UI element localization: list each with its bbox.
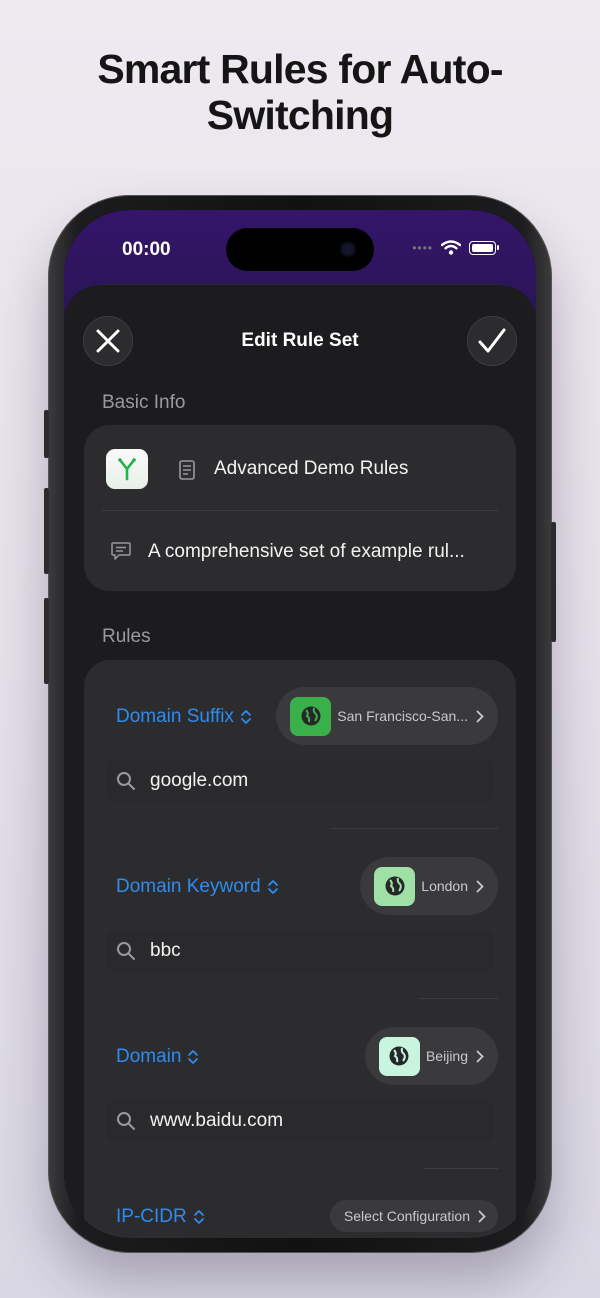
up-down-chevron-icon <box>188 1050 199 1064</box>
up-down-chevron-icon <box>193 1210 204 1224</box>
config-icon <box>290 696 332 736</box>
divider <box>332 828 498 829</box>
rules-heading: Rules <box>102 626 151 647</box>
front-camera <box>342 243 354 255</box>
globe-icon <box>385 876 405 896</box>
rule-type-selector[interactable]: IP-CIDR <box>116 1206 205 1228</box>
rule-set-description-field[interactable]: A comprehensive set of example rul... <box>148 541 465 563</box>
status-icons: •••• <box>412 240 499 255</box>
battery-icon <box>469 240 499 255</box>
rule-value: www.baidu.com <box>150 1110 284 1131</box>
select-configuration-label: Select Configuration <box>343 1208 470 1224</box>
rule-value: google.com <box>150 770 249 791</box>
rule-type-label: Domain Keyword <box>116 876 261 897</box>
page-title: Edit Rule Set <box>241 330 359 351</box>
config-name: San Francisco-San... <box>337 708 468 724</box>
divider <box>424 1168 498 1169</box>
select-configuration-button[interactable]: Select Configuration <box>329 1200 498 1232</box>
divider <box>102 510 498 511</box>
rule-set-icon-button[interactable] <box>106 449 148 489</box>
branch-icon <box>118 458 136 481</box>
comment-icon <box>111 542 131 560</box>
configuration-selector[interactable]: San Francisco-San... <box>276 687 498 745</box>
basic-info-heading: Basic Info <box>102 392 186 413</box>
edit-rule-set-sheet: Edit Rule Set Basic Info Advanced Demo R… <box>64 285 536 1238</box>
checkmark-icon <box>478 328 506 353</box>
phone-screen: 00:00 •••• Edit Rule Set Basic Info Adva… <box>64 210 536 1238</box>
action-button <box>44 410 49 458</box>
rule-value-field[interactable]: google.com <box>106 760 494 802</box>
rule-type-selector[interactable]: Domain Keyword <box>116 876 279 898</box>
volume-up-button <box>44 488 49 574</box>
status-time: 00:00 <box>122 239 171 260</box>
confirm-button[interactable] <box>467 316 517 366</box>
search-icon <box>117 942 135 960</box>
config-icon <box>378 1036 420 1076</box>
configuration-selector[interactable]: Beijing <box>364 1027 498 1085</box>
cellular-dots-icon: •••• <box>412 240 433 255</box>
wifi-icon <box>441 240 461 255</box>
rule-type-selector[interactable]: Domain Suffix <box>116 706 252 728</box>
up-down-chevron-icon <box>241 710 251 724</box>
rule-type-label: Domain Suffix <box>116 706 234 727</box>
headline-line-2: Switching <box>206 92 394 138</box>
rule-type-label: Domain <box>116 1046 182 1067</box>
chevron-right-icon <box>478 1210 486 1222</box>
chevron-right-icon <box>476 880 484 892</box>
rules-card: Domain Suffix San Francisco-San... googl… <box>84 660 516 1238</box>
config-icon <box>374 866 416 906</box>
headline-line-1: Smart Rules for Auto- <box>97 46 503 92</box>
search-icon <box>117 772 135 790</box>
globe-icon <box>389 1046 409 1066</box>
up-down-chevron-icon <box>267 880 278 894</box>
book-icon <box>179 460 195 480</box>
globe-icon <box>301 706 321 726</box>
rule-value-field[interactable]: www.baidu.com <box>106 1100 494 1142</box>
basic-info-card: Advanced Demo Rules A comprehensive set … <box>84 425 516 591</box>
divider <box>419 998 498 999</box>
config-name: Beijing <box>425 1048 468 1064</box>
chevron-right-icon <box>476 1050 484 1062</box>
volume-down-button <box>44 598 49 684</box>
search-icon <box>117 1112 135 1130</box>
rule-set-name-field[interactable]: Advanced Demo Rules <box>214 458 408 480</box>
rule-value-field[interactable]: bbc <box>106 930 494 972</box>
dynamic-island <box>226 228 374 271</box>
rule-value: bbc <box>150 940 181 961</box>
power-button <box>551 522 556 642</box>
chevron-right-icon <box>476 710 484 722</box>
headline: Smart Rules for Auto- Switching <box>0 46 600 138</box>
configuration-selector[interactable]: London <box>360 857 498 915</box>
config-name: London <box>421 878 468 894</box>
rule-type-label: IP-CIDR <box>116 1206 187 1227</box>
rule-type-selector[interactable]: Domain <box>116 1046 199 1068</box>
